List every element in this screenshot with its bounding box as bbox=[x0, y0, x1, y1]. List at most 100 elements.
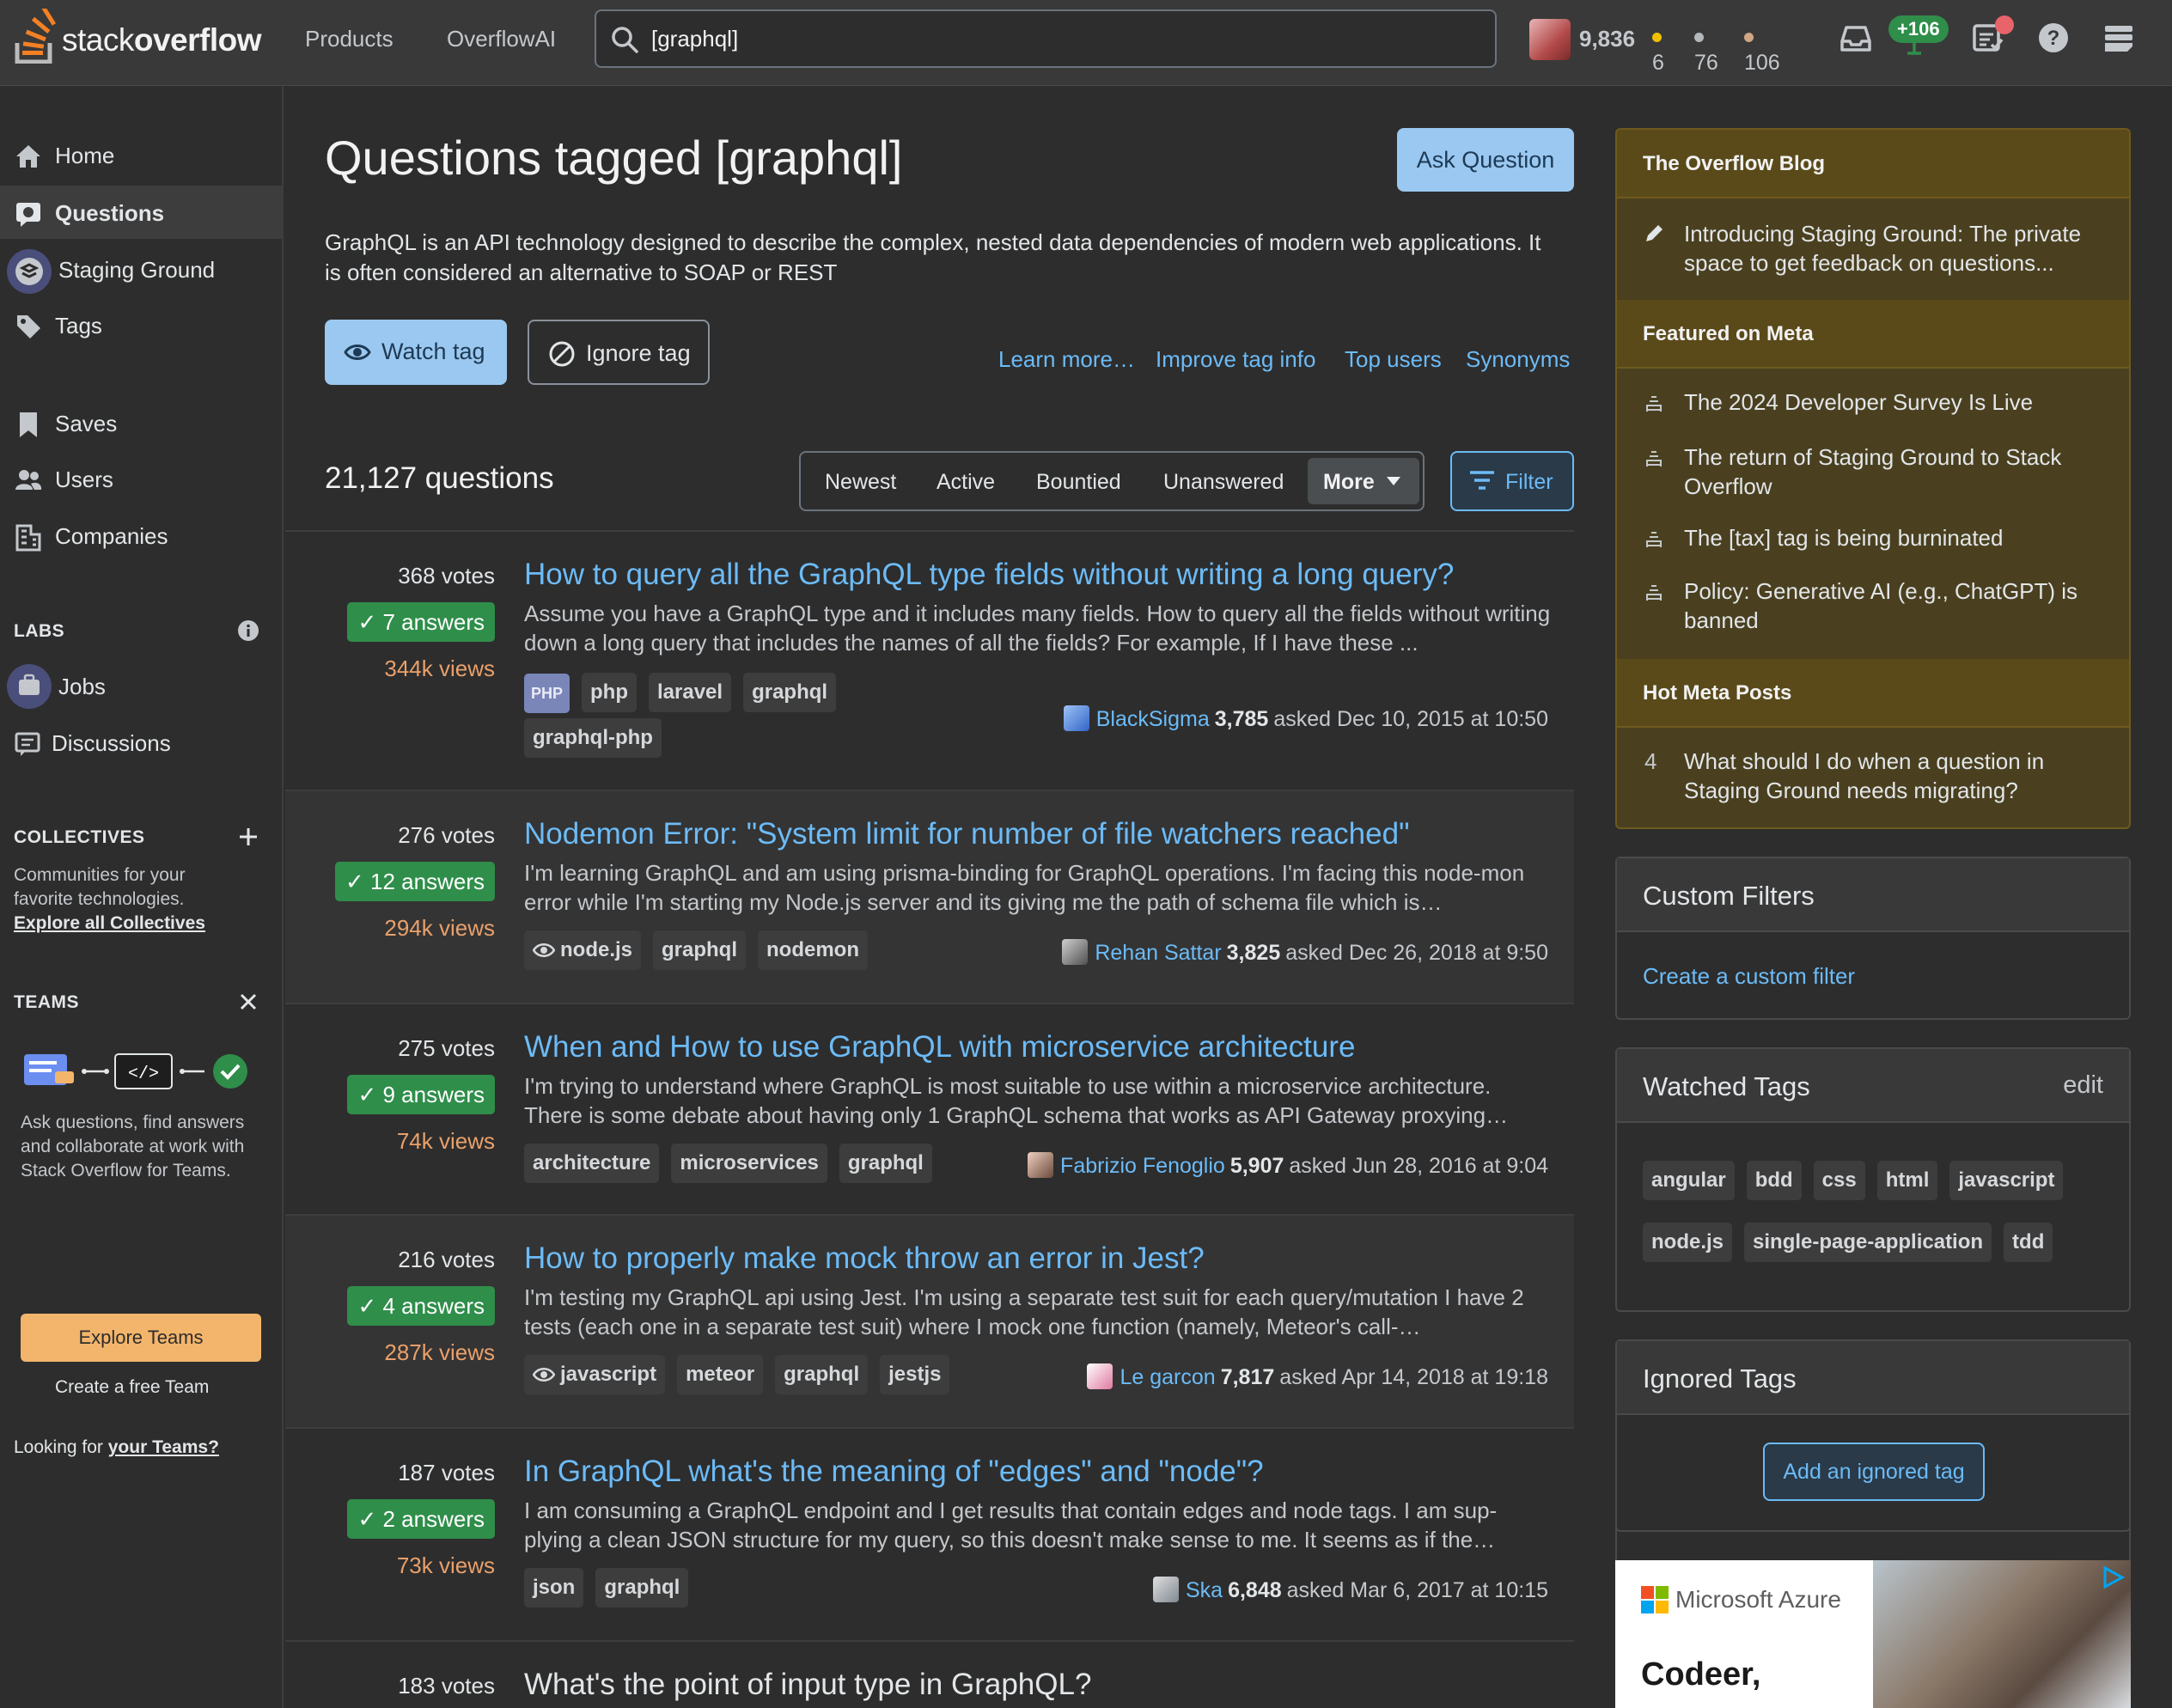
synonyms-link[interactable]: Synonyms bbox=[1466, 346, 1570, 373]
tag-nodejs[interactable]: node.js bbox=[524, 930, 642, 970]
tag-graphql[interactable]: graphql bbox=[595, 1568, 689, 1607]
pencil-icon bbox=[1646, 225, 1663, 241]
user-link[interactable]: Fabrizio Fenoglio bbox=[1060, 1154, 1225, 1178]
home-icon bbox=[16, 145, 40, 168]
ignore-icon bbox=[549, 341, 575, 367]
help-icon[interactable]: ? bbox=[2035, 19, 2072, 57]
sidebar-item-home[interactable]: Home bbox=[0, 128, 282, 181]
tab-unanswered[interactable]: Unanswered bbox=[1163, 470, 1284, 495]
tag-meteor[interactable]: meteor bbox=[677, 1355, 764, 1394]
tag-javascript[interactable]: javascript bbox=[1949, 1161, 2064, 1200]
svg-text:</>: </> bbox=[128, 1064, 159, 1084]
question-title-link[interactable]: How to query all the GraphQL type fields… bbox=[524, 558, 1454, 592]
tag-icon bbox=[17, 315, 40, 339]
improve-tag-info-link[interactable]: Improve tag info bbox=[1156, 346, 1315, 373]
question-title-link[interactable]: What's the point of input type in GraphQ… bbox=[524, 1668, 1091, 1702]
answer-count: ✓ 12 answers bbox=[335, 862, 495, 901]
ignore-tag-button[interactable]: Ignore tag bbox=[528, 320, 710, 385]
tag-nodejs[interactable]: node.js bbox=[1643, 1223, 1733, 1262]
answer-count: ✓ 4 answers bbox=[347, 1286, 495, 1326]
nav-products[interactable]: Products bbox=[305, 26, 394, 52]
search-input[interactable] bbox=[651, 18, 1476, 59]
plus-icon[interactable] bbox=[237, 826, 259, 848]
learn-more-link[interactable]: Learn more… bbox=[998, 346, 1135, 373]
left-sidebar: Home Questions Staging Ground Tags Saves… bbox=[0, 87, 284, 1708]
tab-more[interactable]: More bbox=[1308, 458, 1419, 504]
tag-angular[interactable]: angular bbox=[1643, 1161, 1735, 1200]
sidebar-item-tags[interactable]: Tags bbox=[0, 298, 282, 351]
sidebar-item-saves[interactable]: Saves bbox=[0, 396, 282, 449]
sidebar-item-users[interactable]: Users bbox=[0, 452, 282, 505]
user-link[interactable]: Rehan Sattar bbox=[1095, 941, 1221, 965]
tag-microservices[interactable]: microservices bbox=[671, 1144, 827, 1183]
site-switcher-icon[interactable] bbox=[2100, 19, 2138, 57]
tag-graphql-php[interactable]: graphql-php bbox=[524, 718, 662, 758]
sidebar-item-staging-ground[interactable]: Staging Ground bbox=[0, 242, 282, 296]
sidebar-item-jobs[interactable]: Jobs bbox=[0, 659, 282, 712]
tag-html[interactable]: html bbox=[1876, 1161, 1938, 1200]
tag-graphql[interactable]: graphql bbox=[743, 673, 837, 712]
tag-php[interactable]: php bbox=[582, 673, 637, 712]
filter-button[interactable]: Filter bbox=[1450, 451, 1574, 511]
tag-jestjs[interactable]: jestjs bbox=[880, 1355, 950, 1394]
user-link[interactable]: Le garcon bbox=[1120, 1365, 1215, 1389]
tag-tdd[interactable]: tdd bbox=[2004, 1223, 2053, 1262]
explore-collectives-link[interactable]: Explore all Collectives bbox=[14, 912, 205, 936]
tab-bountied[interactable]: Bountied bbox=[1036, 470, 1121, 495]
ad-choices-icon[interactable] bbox=[2102, 1565, 2126, 1589]
stackoverflow-logo[interactable]: stackoverflow bbox=[12, 9, 270, 69]
discussions-icon bbox=[15, 732, 40, 756]
advertisement[interactable]: Microsoft Azure Codeer, bbox=[1615, 1560, 2131, 1708]
jobs-icon bbox=[7, 664, 52, 709]
vote-count: 183 votes bbox=[398, 1673, 495, 1699]
your-teams-link[interactable]: your Teams? bbox=[108, 1437, 219, 1457]
tag-laravel[interactable]: laravel bbox=[649, 673, 732, 712]
users-icon bbox=[15, 470, 42, 490]
sidebar-item-questions[interactable]: Questions bbox=[0, 186, 282, 239]
user-link[interactable]: Ska bbox=[1186, 1578, 1223, 1602]
stack-exchange-icon bbox=[1646, 532, 1662, 547]
tag-json[interactable]: json bbox=[524, 1568, 584, 1607]
create-custom-filter-link[interactable]: Create a custom filter bbox=[1643, 963, 1855, 990]
create-team-link[interactable]: Create a free Team bbox=[55, 1376, 209, 1400]
info-icon[interactable] bbox=[237, 619, 259, 642]
notification-dot bbox=[1995, 15, 2014, 34]
question-title-link[interactable]: In GraphQL what's the meaning of "edges"… bbox=[524, 1455, 1264, 1489]
inbox-icon[interactable] bbox=[1837, 19, 1875, 57]
user-link[interactable]: BlackSigma bbox=[1096, 707, 1210, 731]
question-excerpt: Assume you have a GraphQL type and it in… bbox=[524, 601, 1551, 656]
close-icon[interactable] bbox=[237, 991, 259, 1013]
search-box[interactable] bbox=[595, 9, 1497, 68]
tag-graphql[interactable]: graphql bbox=[839, 1144, 932, 1183]
question-summary: 275 votes ✓ 9 answers 74k views When and… bbox=[285, 1003, 1574, 1216]
tag-single-page-application[interactable]: single-page-application bbox=[1744, 1223, 1992, 1262]
achievements-icon[interactable] bbox=[1902, 40, 1926, 57]
sidebar-item-companies[interactable]: Companies bbox=[0, 509, 282, 562]
tag-javascript[interactable]: javascript bbox=[524, 1355, 666, 1394]
question-title-link[interactable]: When and How to use GraphQL with microse… bbox=[524, 1030, 1355, 1064]
tag-graphql[interactable]: graphql bbox=[775, 1355, 869, 1394]
ad-brand: Microsoft Azure bbox=[1675, 1586, 1841, 1613]
tab-active[interactable]: Active bbox=[937, 470, 995, 495]
sidebar-item-discussions[interactable]: Discussions bbox=[0, 716, 282, 769]
ask-question-button[interactable]: Ask Question bbox=[1397, 128, 1574, 192]
edit-watched-tags-link[interactable]: edit bbox=[2063, 1071, 2103, 1100]
add-ignored-tag-button[interactable]: Add an ignored tag bbox=[1763, 1443, 1985, 1501]
tab-newest[interactable]: Newest bbox=[825, 470, 896, 495]
explore-teams-button[interactable]: Explore Teams bbox=[21, 1314, 261, 1362]
question-title-link[interactable]: Nodemon Error: "System limit for number … bbox=[524, 817, 1410, 851]
tag-nodemon[interactable]: nodemon bbox=[758, 930, 869, 970]
tag-bdd[interactable]: bdd bbox=[1746, 1161, 1802, 1200]
custom-filters-heading: Custom Filters bbox=[1617, 858, 2129, 932]
tag-css[interactable]: css bbox=[1813, 1161, 1865, 1200]
tag-graphql[interactable]: graphql bbox=[653, 930, 747, 970]
tag-architecture[interactable]: architecture bbox=[524, 1144, 660, 1183]
nav-overflowai[interactable]: OverflowAI bbox=[447, 26, 556, 52]
ignored-tags-heading: Ignored Tags bbox=[1617, 1341, 2129, 1415]
question-title-link[interactable]: How to properly make mock throw an error… bbox=[524, 1241, 1205, 1276]
top-users-link[interactable]: Top users bbox=[1345, 346, 1442, 373]
watched-eye-icon bbox=[533, 943, 555, 957]
watch-tag-button[interactable]: Watch tag bbox=[325, 320, 507, 385]
bronze-badges: 106 bbox=[1744, 26, 1780, 76]
microsoft-logo-icon bbox=[1641, 1586, 1669, 1613]
